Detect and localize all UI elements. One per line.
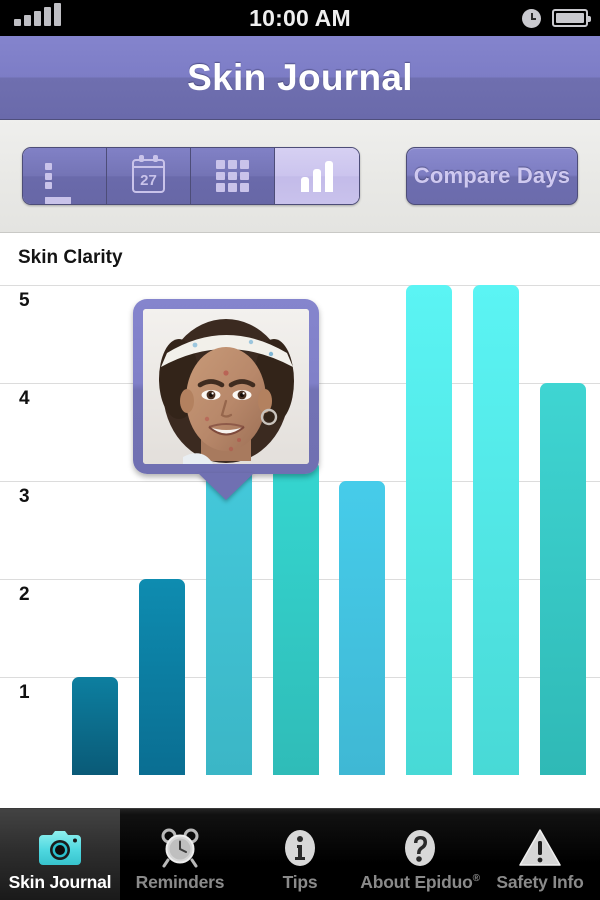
tab-reminders[interactable]: Reminders: [120, 809, 240, 900]
question-mark-icon: [401, 826, 439, 870]
tab-label: Skin Journal: [8, 872, 112, 892]
bar-day-6[interactable]: [406, 285, 453, 775]
tab-safety-info[interactable]: Safety Info: [480, 809, 600, 900]
bar-day-1[interactable]: [72, 677, 119, 775]
page-title: Skin Journal: [187, 56, 413, 98]
warning-triangle-icon: [519, 826, 561, 870]
bar-day-7[interactable]: [472, 285, 519, 775]
popup-frame: [133, 299, 319, 474]
segment-list-view[interactable]: [23, 148, 107, 204]
clock-icon: [522, 8, 541, 28]
chart-title: Skin Clarity: [18, 247, 123, 268]
battery-icon: [552, 9, 591, 27]
bar-day-3[interactable]: [205, 461, 252, 775]
app-screen: 10:00 AM Skin Journal 27 Compare Days Sk…: [0, 0, 600, 900]
bar-day-8[interactable]: [539, 383, 586, 775]
bar-chart-icon: [301, 160, 333, 192]
info-icon: [281, 826, 319, 870]
tab-label: Tips: [282, 872, 318, 892]
camera-icon: [39, 826, 81, 870]
bar-day-2[interactable]: [139, 579, 186, 775]
registered-mark: ®: [472, 873, 480, 885]
tab-skin-journal[interactable]: Skin Journal: [0, 809, 120, 900]
compare-days-button[interactable]: Compare Days: [406, 147, 578, 205]
view-mode-segmented-control[interactable]: 27: [22, 147, 360, 205]
bar-day-4[interactable]: [272, 461, 319, 775]
popup-photo: [143, 309, 309, 464]
tab-label: Reminders: [135, 872, 225, 892]
status-bar-time: 10:00 AM: [249, 4, 351, 31]
segment-chart-view[interactable]: [275, 148, 359, 204]
status-bar: 10:00 AM: [0, 0, 600, 36]
bar-day-5[interactable]: [339, 481, 386, 775]
calendar-day-number: 27: [140, 172, 157, 189]
calendar-icon: 27: [132, 155, 165, 193]
toolbar: 27 Compare Days: [0, 120, 600, 233]
title-bar: Skin Journal: [0, 36, 600, 120]
tab-tips[interactable]: Tips: [240, 809, 360, 900]
grid-icon: [215, 160, 250, 192]
tab-about-epiduo[interactable]: About Epiduo®: [360, 809, 480, 900]
list-icon: [44, 163, 85, 204]
tab-label: Safety Info: [496, 872, 584, 892]
face-photo: [143, 309, 309, 464]
tab-label: About Epiduo®: [360, 872, 480, 892]
tab-bar: Skin Journal Reminders Tips About Epiduo…: [0, 808, 600, 900]
alarm-clock-icon: [160, 826, 200, 870]
segment-calendar-view[interactable]: 27: [107, 148, 191, 204]
status-bar-right: [522, 0, 591, 36]
signal-bars-icon: [14, 0, 61, 36]
popup-pointer: [198, 473, 254, 500]
segment-grid-view[interactable]: [191, 148, 275, 204]
day-photo-popup[interactable]: [133, 299, 319, 500]
